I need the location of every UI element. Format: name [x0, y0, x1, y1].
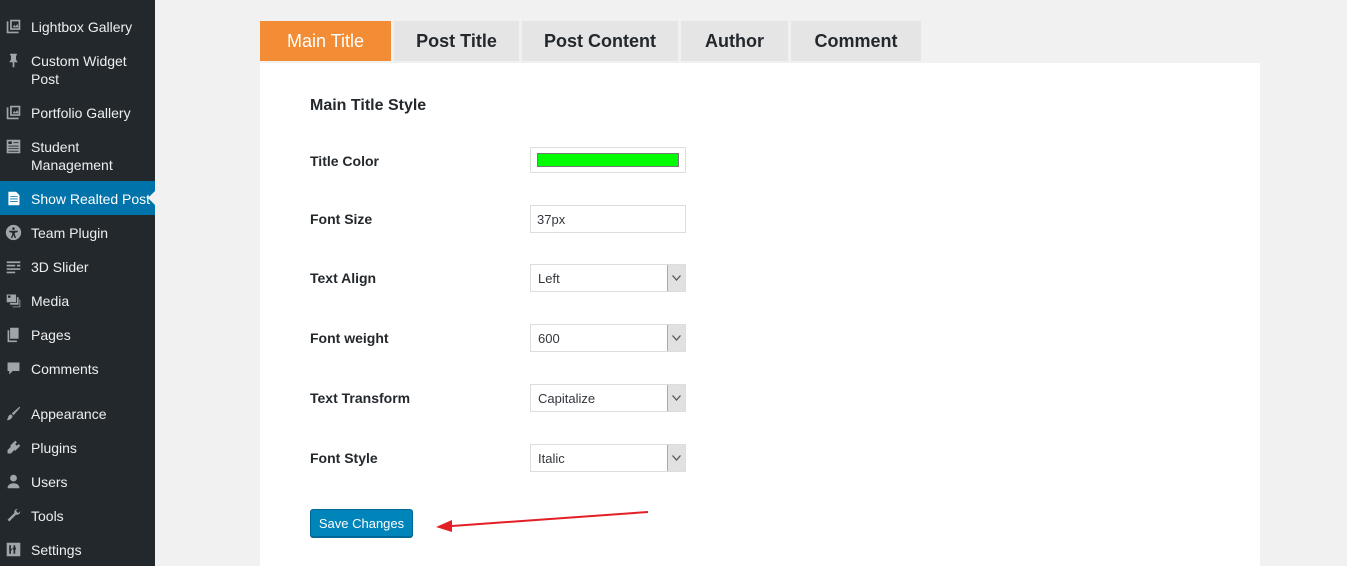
select-value: Capitalize [538, 391, 596, 406]
title-color-swatch [537, 153, 679, 167]
id-card-icon [5, 138, 22, 155]
section-title: Main Title Style [310, 97, 427, 114]
plug-icon [5, 439, 22, 456]
sidebar-item-label: Appearance [31, 406, 107, 422]
title-color-picker[interactable] [530, 147, 686, 173]
chevron-down-icon [667, 265, 685, 291]
sidebar-item-settings[interactable]: Settings [0, 541, 155, 561]
tab-author[interactable]: Author [681, 21, 788, 61]
font-style-select[interactable]: Italic [530, 444, 686, 472]
font-weight-select[interactable]: 600 [530, 324, 686, 352]
sidebar-item-3d-slider[interactable]: 3D Slider [0, 258, 155, 278]
sidebar-item-label: Show Realted Post [31, 191, 151, 207]
tab-label: Post Content [544, 30, 656, 51]
sidebar-item-media[interactable]: Media [0, 292, 155, 312]
tab-post-content[interactable]: Post Content [522, 21, 678, 61]
sidebar-item-label: Plugins [31, 440, 77, 456]
pages-icon [5, 326, 22, 343]
tab-label: Post Title [416, 30, 497, 51]
font-weight-label: Font weight [310, 330, 389, 346]
settings-panel: Main Title Style Title Color Font Size T… [260, 63, 1260, 566]
save-changes-button[interactable]: Save Changes [310, 509, 413, 537]
tab-comment[interactable]: Comment [791, 21, 921, 61]
list-icon [5, 258, 22, 275]
wrench-icon [5, 507, 22, 524]
sidebar-item-plugins[interactable]: Plugins [0, 439, 155, 459]
sidebar-item-label: Student Management [31, 139, 113, 173]
tab-main-title[interactable]: Main Title [260, 21, 391, 61]
pin-icon [5, 52, 22, 69]
chevron-down-icon [667, 385, 685, 411]
sidebar-item-label: Pages [31, 327, 71, 343]
chevron-down-icon [667, 325, 685, 351]
select-value: 600 [538, 331, 560, 346]
media-icon [5, 292, 22, 309]
sidebar-item-label: Users [31, 474, 68, 490]
sidebar-item-label: Media [31, 293, 70, 309]
gallery-icon [5, 18, 22, 35]
tab-post-title[interactable]: Post Title [394, 21, 519, 61]
page-icon [5, 190, 22, 207]
sidebar-item-users[interactable]: Users [0, 473, 155, 493]
font-style-label: Font Style [310, 450, 378, 466]
tab-label: Main Title [286, 30, 365, 51]
sidebar-item-label: Settings [31, 542, 82, 558]
tab-label: Comment [814, 30, 898, 51]
text-align-select[interactable]: Left [530, 264, 686, 292]
text-align-label: Text Align [310, 270, 377, 286]
sidebar-item-label: Team Plugin [31, 225, 109, 241]
chevron-down-icon [667, 445, 685, 471]
text-transform-select[interactable]: Capitalize [530, 384, 686, 412]
sidebar-item-show-realted-post[interactable]: Show Realted Post [0, 181, 156, 215]
sidebar-item-custom-widget-post[interactable]: Custom Widget Post [0, 52, 155, 90]
sidebar-item-portfolio-gallery[interactable]: Portfolio Gallery [0, 104, 155, 124]
font-size-label: Font Size [310, 211, 373, 227]
sidebar-item-label: Custom Widget Post [31, 53, 127, 87]
universal-access-icon [5, 224, 22, 241]
gallery-icon [5, 104, 22, 121]
sidebar-item-label: Lightbox Gallery [31, 19, 133, 35]
sidebar-item-label: Portfolio Gallery [31, 105, 131, 121]
comment-icon [5, 360, 22, 377]
sidebar-item-team-plugin[interactable]: Team Plugin [0, 224, 155, 244]
settings-icon [5, 541, 22, 558]
sidebar-item-label: Tools [31, 508, 64, 524]
sidebar-item-tools[interactable]: Tools [0, 507, 155, 527]
sidebar-item-student-management[interactable]: Student Management [0, 138, 155, 176]
select-value: Italic [538, 451, 565, 466]
paintbrush-icon [5, 405, 22, 422]
select-value: Left [538, 271, 560, 286]
sidebar-item-comments[interactable]: Comments [0, 360, 155, 380]
sidebar-item-pages[interactable]: Pages [0, 326, 155, 346]
user-icon [5, 473, 22, 490]
sidebar-item-label: 3D Slider [31, 259, 89, 275]
sidebar-item-appearance[interactable]: Appearance [0, 405, 155, 425]
active-indicator [148, 190, 156, 206]
title-color-label: Title Color [310, 153, 379, 169]
tab-label: Author [705, 30, 764, 51]
admin-sidebar: Lightbox Gallery Custom Widget Post Port… [0, 0, 156, 566]
text-transform-label: Text Transform [310, 390, 411, 406]
sidebar-item-label: Comments [31, 361, 99, 377]
sidebar-item-lightbox-gallery[interactable]: Lightbox Gallery [0, 18, 155, 38]
font-size-input[interactable] [530, 205, 686, 233]
